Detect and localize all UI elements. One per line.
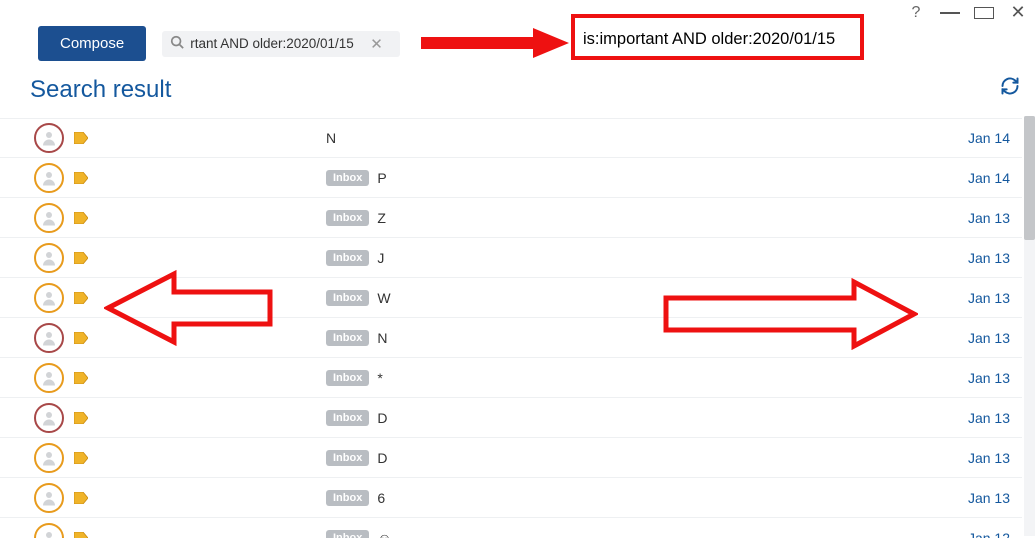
email-subject-cell: Inbox D [326,450,387,466]
email-row[interactable]: Inbox P Jan 14 [0,158,1022,198]
email-row[interactable]: Inbox * Jan 13 [0,358,1022,398]
email-subject: W [377,290,390,306]
search-field-wrap[interactable]: ✕ [162,31,400,57]
avatar [34,403,64,433]
email-list: N Jan 14 Inbox P Jan 14 Inbox Z Jan 13 Inbox J Jan… [0,118,1022,538]
email-row[interactable]: Inbox ☺ Jan 12 [0,518,1022,538]
inbox-badge: Inbox [326,370,369,386]
avatar [34,483,64,513]
search-clear-icon[interactable]: ✕ [370,35,383,53]
email-subject-cell: Inbox P [326,170,387,186]
important-marker-icon[interactable] [74,172,88,184]
important-marker-icon[interactable] [74,452,88,464]
important-marker-icon[interactable] [74,212,88,224]
email-subject: * [377,370,382,386]
email-date: Jan 13 [968,490,1010,506]
inbox-badge: Inbox [326,450,369,466]
avatar [34,523,64,538]
important-marker-icon[interactable] [74,252,88,264]
avatar [34,363,64,393]
email-subject: D [377,410,387,426]
inbox-badge: Inbox [326,290,369,306]
maximize-button[interactable] [974,7,994,19]
email-subject: Z [377,210,386,226]
refresh-icon[interactable] [1000,76,1020,102]
email-date: Jan 13 [968,370,1010,386]
email-row[interactable]: Inbox Z Jan 13 [0,198,1022,238]
annotation-callout-box [571,14,864,60]
email-date: Jan 12 [968,530,1010,538]
help-icon[interactable]: ? [906,4,926,22]
page-title: Search result [30,76,171,104]
email-subject-cell: Inbox Z [326,210,386,226]
important-marker-icon[interactable] [74,492,88,504]
inbox-badge: Inbox [326,530,369,538]
inbox-badge: Inbox [326,250,369,266]
email-date: Jan 14 [968,130,1010,146]
email-date: Jan 13 [968,450,1010,466]
email-subject-cell: N [326,130,336,146]
important-marker-icon[interactable] [74,132,88,144]
avatar [34,323,64,353]
email-subject-cell: Inbox ☺ [326,530,392,538]
email-subject-cell: Inbox D [326,410,387,426]
email-subject: ☺ [377,530,391,538]
annotation-arrow-right-small [421,26,571,58]
email-subject-cell: Inbox W [326,290,391,306]
search-icon [170,35,184,52]
email-row[interactable]: Inbox N Jan 13 [0,318,1022,358]
scrollbar-thumb[interactable] [1024,116,1035,240]
inbox-badge: Inbox [326,490,369,506]
inbox-badge: Inbox [326,410,369,426]
minimize-button[interactable] [940,12,960,14]
email-row[interactable]: Inbox D Jan 13 [0,438,1022,478]
email-subject-cell: Inbox * [326,370,383,386]
email-date: Jan 13 [968,210,1010,226]
email-date: Jan 13 [968,410,1010,426]
email-row[interactable]: Inbox 6 Jan 13 [0,478,1022,518]
email-subject: D [377,450,387,466]
inbox-badge: Inbox [326,210,369,226]
email-date: Jan 13 [968,330,1010,346]
email-subject: J [377,250,384,266]
important-marker-icon[interactable] [74,412,88,424]
email-date: Jan 13 [968,250,1010,266]
avatar [34,283,64,313]
window-close-button[interactable]: ✕ [1008,2,1028,23]
avatar [34,123,64,153]
email-subject: N [377,330,387,346]
email-subject-cell: Inbox J [326,250,384,266]
email-date: Jan 14 [968,170,1010,186]
email-subject: P [377,170,386,186]
search-input[interactable] [190,36,370,51]
avatar [34,163,64,193]
email-row[interactable]: Inbox W Jan 13 [0,278,1022,318]
important-marker-icon[interactable] [74,332,88,344]
inbox-badge: Inbox [326,170,369,186]
email-row[interactable]: Inbox J Jan 13 [0,238,1022,278]
email-subject-cell: Inbox 6 [326,490,385,506]
inbox-badge: Inbox [326,330,369,346]
important-marker-icon[interactable] [74,292,88,304]
important-marker-icon[interactable] [74,532,88,538]
email-row[interactable]: N Jan 14 [0,118,1022,158]
avatar [34,203,64,233]
email-subject: 6 [377,490,385,506]
email-date: Jan 13 [968,290,1010,306]
avatar [34,443,64,473]
important-marker-icon[interactable] [74,372,88,384]
annotation-callout-text: is:important AND older:2020/01/15 [583,30,835,49]
email-subject: N [326,130,336,146]
avatar [34,243,64,273]
compose-button[interactable]: Compose [38,26,146,61]
email-subject-cell: Inbox N [326,330,387,346]
email-row[interactable]: Inbox D Jan 13 [0,398,1022,438]
